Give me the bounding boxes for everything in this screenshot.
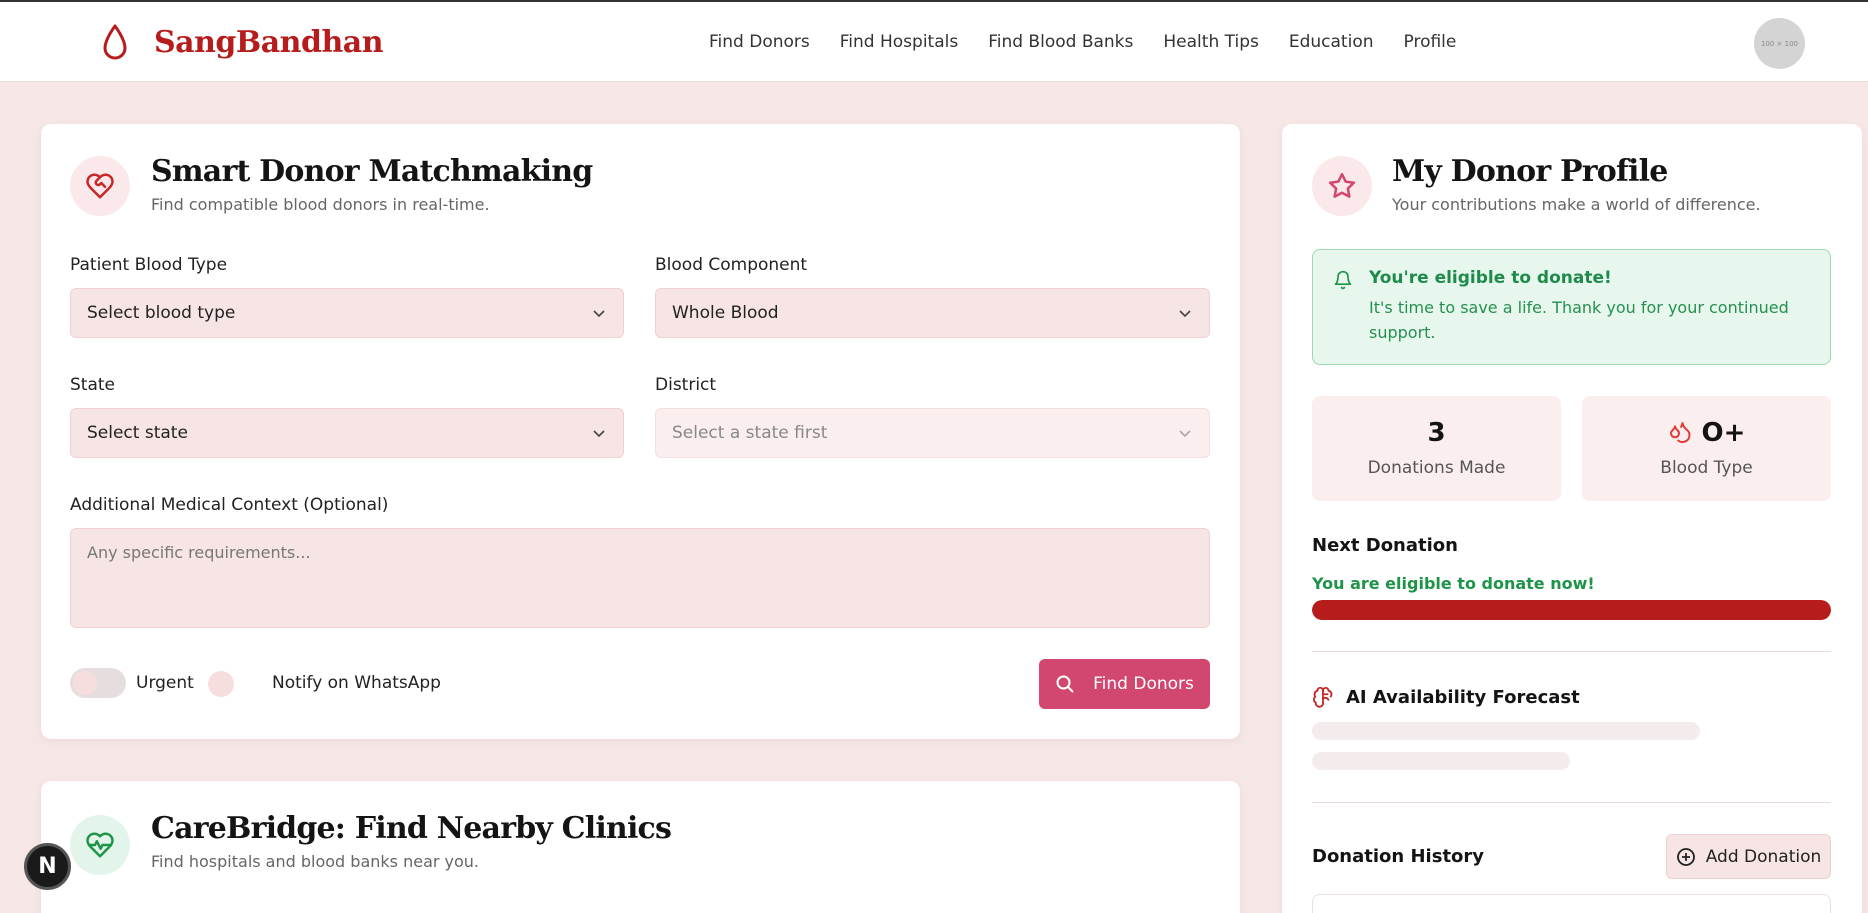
- brand-logo[interactable]: SangBandhan: [100, 22, 384, 62]
- stat-blood-type-label: Blood Type: [1660, 458, 1753, 478]
- chevron-down-icon: [593, 430, 605, 438]
- component-value: Whole Blood: [672, 303, 779, 323]
- stat-blood-type-value: O+: [1582, 418, 1831, 448]
- plus-circle-icon: [1676, 847, 1695, 866]
- avatar[interactable]: 100 × 100: [1754, 18, 1805, 69]
- donation-history-list: [1312, 894, 1831, 913]
- clinics-card: CareBridge: Find Nearby Clinics Find hos…: [41, 781, 1240, 913]
- clinics-title: CareBridge: Find Nearby Clinics: [151, 811, 672, 846]
- chevron-down-icon: [1179, 310, 1191, 318]
- forecast-heading: AI Availability Forecast: [1346, 687, 1580, 708]
- clinics-subtitle: Find hospitals and blood banks near you.: [151, 852, 480, 871]
- urgent-label: Urgent: [136, 673, 194, 693]
- next-donation-heading: Next Donation: [1312, 535, 1458, 556]
- urgent-toggle-knob: [73, 671, 97, 695]
- matchmaking-subtitle: Find compatible blood donors in real-tim…: [151, 195, 490, 214]
- next-donation-status: You are eligible to donate now!: [1312, 574, 1595, 593]
- matchmaking-icon-badge: [70, 156, 130, 216]
- blood-drop-icon: [103, 24, 127, 60]
- district-label: District: [655, 375, 717, 395]
- matchmaking-title: Smart Donor Matchmaking: [151, 154, 593, 189]
- state-label: State: [70, 375, 115, 395]
- alert-title: You're eligible to donate!: [1369, 268, 1612, 288]
- find-donors-label: Find Donors: [1093, 674, 1194, 694]
- next-donation-progress: [1312, 600, 1831, 620]
- eligibility-alert: You're eligible to donate! It's time to …: [1312, 249, 1831, 365]
- stat-donations-value: 3: [1427, 418, 1446, 448]
- star-icon: [1328, 172, 1356, 198]
- alert-body: It's time to save a life. Thank you for …: [1369, 298, 1789, 342]
- stat-blood-type: O+ Blood Type: [1582, 396, 1831, 501]
- fab-label: N: [38, 854, 57, 879]
- blood-drops-icon: [1669, 422, 1691, 443]
- history-heading: Donation History: [1312, 846, 1485, 867]
- state-select[interactable]: Select state: [70, 408, 624, 458]
- nav-education[interactable]: Education: [1289, 32, 1374, 52]
- profile-icon-badge: [1312, 156, 1372, 216]
- district-select[interactable]: Select a state first: [655, 408, 1210, 458]
- next-donation-progress-fill: [1312, 600, 1831, 620]
- chevron-down-icon: [1179, 430, 1191, 438]
- divider: [1312, 651, 1831, 652]
- donor-profile-card: My Donor Profile Your contributions make…: [1282, 124, 1862, 913]
- district-value: Select a state first: [672, 423, 828, 443]
- brain-icon: [1313, 686, 1333, 708]
- blood-type-label: Patient Blood Type: [70, 255, 228, 275]
- nav-find-donors[interactable]: Find Donors: [709, 32, 810, 52]
- floating-action-button[interactable]: N: [24, 843, 71, 890]
- find-donors-button[interactable]: Find Donors: [1039, 659, 1210, 709]
- main-nav: Find Donors Find Hospitals Find Blood Ba…: [709, 32, 1486, 52]
- nav-find-hospitals[interactable]: Find Hospitals: [840, 32, 958, 52]
- nav-health-tips[interactable]: Health Tips: [1163, 32, 1258, 52]
- matchmaking-card: Smart Donor Matchmaking Find compatible …: [41, 124, 1240, 739]
- state-value: Select state: [87, 423, 188, 443]
- search-icon: [1056, 675, 1074, 693]
- nav-profile[interactable]: Profile: [1404, 32, 1457, 52]
- whatsapp-label: Notify on WhatsApp: [272, 673, 441, 693]
- blood-type-select[interactable]: Select blood type: [70, 288, 624, 338]
- profile-subtitle: Your contributions make a world of diffe…: [1392, 195, 1761, 214]
- forecast-skeleton-line: [1312, 722, 1700, 740]
- top-navbar: SangBandhan Find Donors Find Hospitals F…: [0, 2, 1868, 82]
- blood-type-value: Select blood type: [87, 303, 236, 323]
- stat-donations: 3 Donations Made: [1312, 396, 1561, 501]
- bell-icon: [1334, 270, 1352, 290]
- context-label: Additional Medical Context (Optional): [70, 495, 389, 515]
- urgent-toggle[interactable]: [70, 668, 126, 698]
- heart-handshake-icon: [86, 173, 114, 199]
- context-textarea[interactable]: Any specific requirements...: [70, 528, 1210, 628]
- component-label: Blood Component: [655, 255, 808, 275]
- divider: [1312, 802, 1831, 803]
- nav-find-blood-banks[interactable]: Find Blood Banks: [988, 32, 1133, 52]
- stat-donations-label: Donations Made: [1367, 458, 1506, 478]
- whatsapp-toggle[interactable]: [208, 671, 234, 697]
- heart-pulse-icon: [86, 832, 114, 858]
- chevron-down-icon: [593, 310, 605, 318]
- forecast-skeleton-line: [1312, 752, 1570, 770]
- brand-name: SangBandhan: [154, 24, 384, 60]
- add-donation-button[interactable]: Add Donation: [1666, 834, 1831, 879]
- component-select[interactable]: Whole Blood: [655, 288, 1210, 338]
- clinics-icon-badge: [70, 815, 130, 875]
- add-donation-label: Add Donation: [1705, 846, 1822, 867]
- profile-title: My Donor Profile: [1392, 154, 1668, 189]
